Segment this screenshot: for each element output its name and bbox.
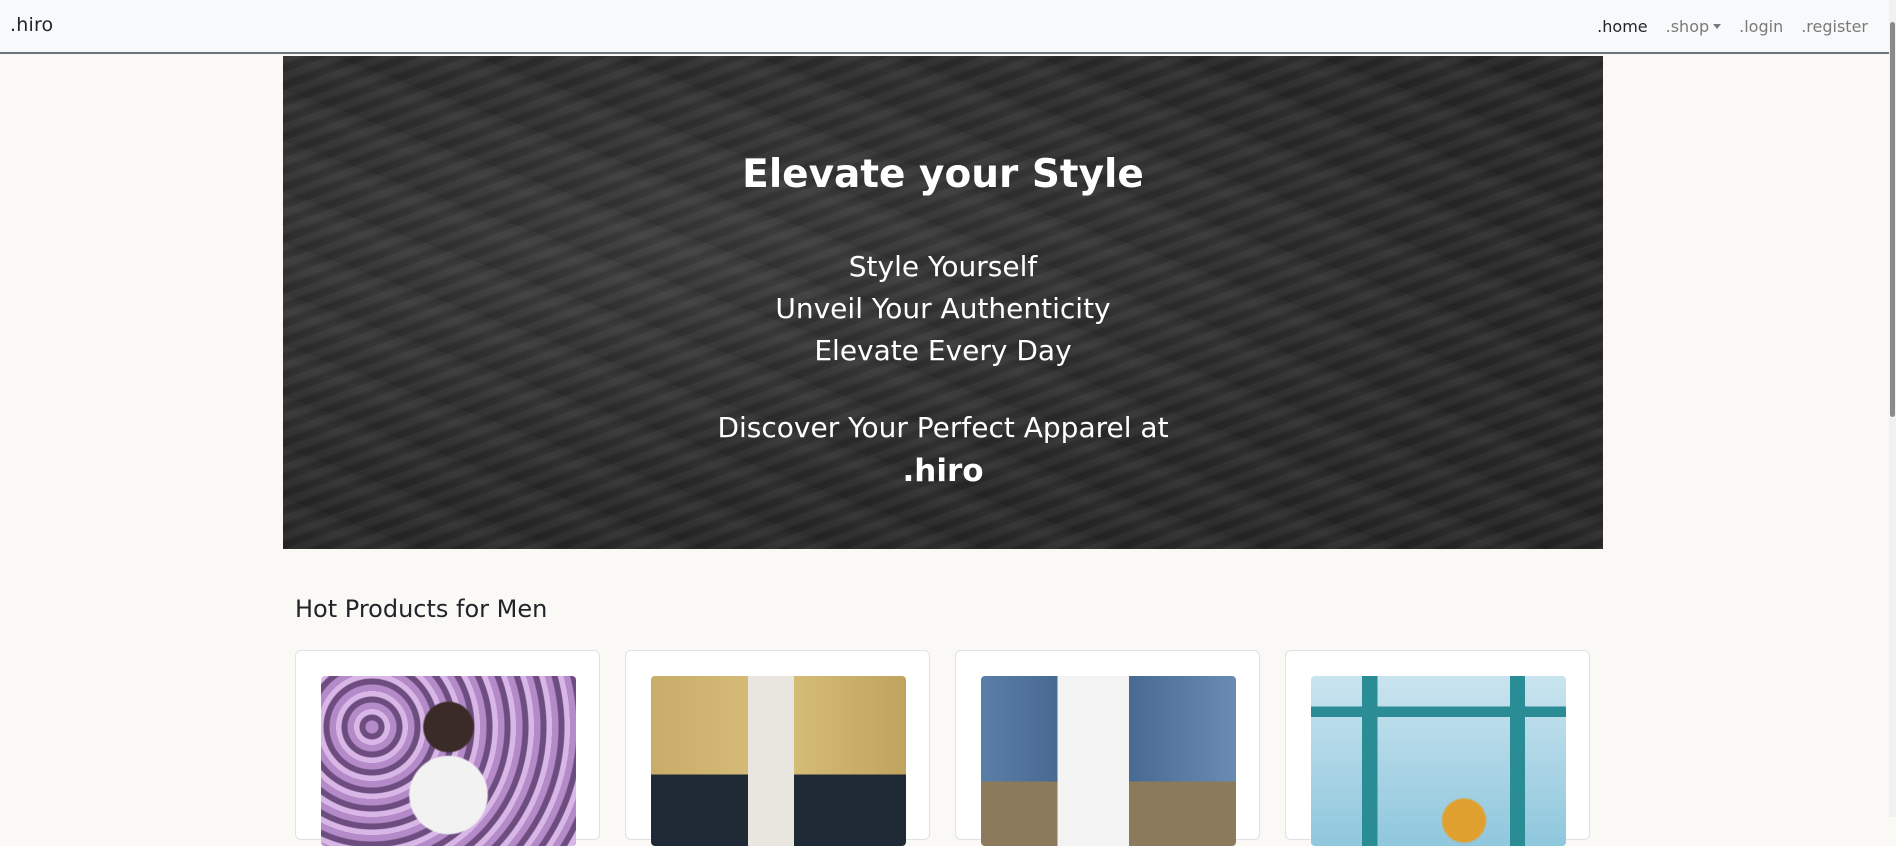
nav-shop-dropdown[interactable]: .shop (1666, 17, 1722, 36)
hero-banner: Elevate your Style Style Yourself Unveil… (283, 56, 1603, 549)
nav-links: .home .shop .login .register (1597, 17, 1868, 36)
scrollbar-thumb[interactable] (1890, 22, 1895, 417)
section-title-hot-products: Hot Products for Men (295, 595, 548, 623)
hero-brand-name: .hiro (902, 453, 984, 489)
product-card[interactable] (955, 650, 1260, 846)
caret-down-icon (1713, 24, 1722, 29)
hero-discover-text: Discover Your Perfect Apparel at (717, 411, 1169, 444)
product-card[interactable] (625, 650, 930, 846)
nav-login-link[interactable]: .login (1739, 17, 1783, 36)
product-image[interactable] (981, 676, 1236, 846)
product-image[interactable] (1311, 676, 1566, 846)
hero-taglines: Style Yourself Unveil Your Authenticity … (283, 246, 1603, 372)
product-card[interactable] (1285, 650, 1590, 846)
product-image[interactable] (651, 676, 906, 846)
hero-title: Elevate your Style (742, 152, 1144, 197)
brand-logo-link[interactable]: .hiro (10, 14, 53, 36)
product-card[interactable] (295, 650, 600, 846)
hero-tagline-1: Style Yourself (848, 250, 1038, 283)
top-navbar: .hiro .home .shop .login .register (0, 0, 1896, 54)
nav-register-link[interactable]: .register (1801, 17, 1868, 36)
product-image[interactable] (321, 676, 576, 846)
nav-home-link[interactable]: .home (1597, 17, 1647, 36)
hero-tagline-3: Elevate Every Day (814, 334, 1072, 367)
hero-tagline-2: Unveil Your Authenticity (775, 292, 1111, 325)
page-scrollbar[interactable] (1889, 0, 1896, 817)
nav-shop-label: .shop (1665, 17, 1710, 36)
